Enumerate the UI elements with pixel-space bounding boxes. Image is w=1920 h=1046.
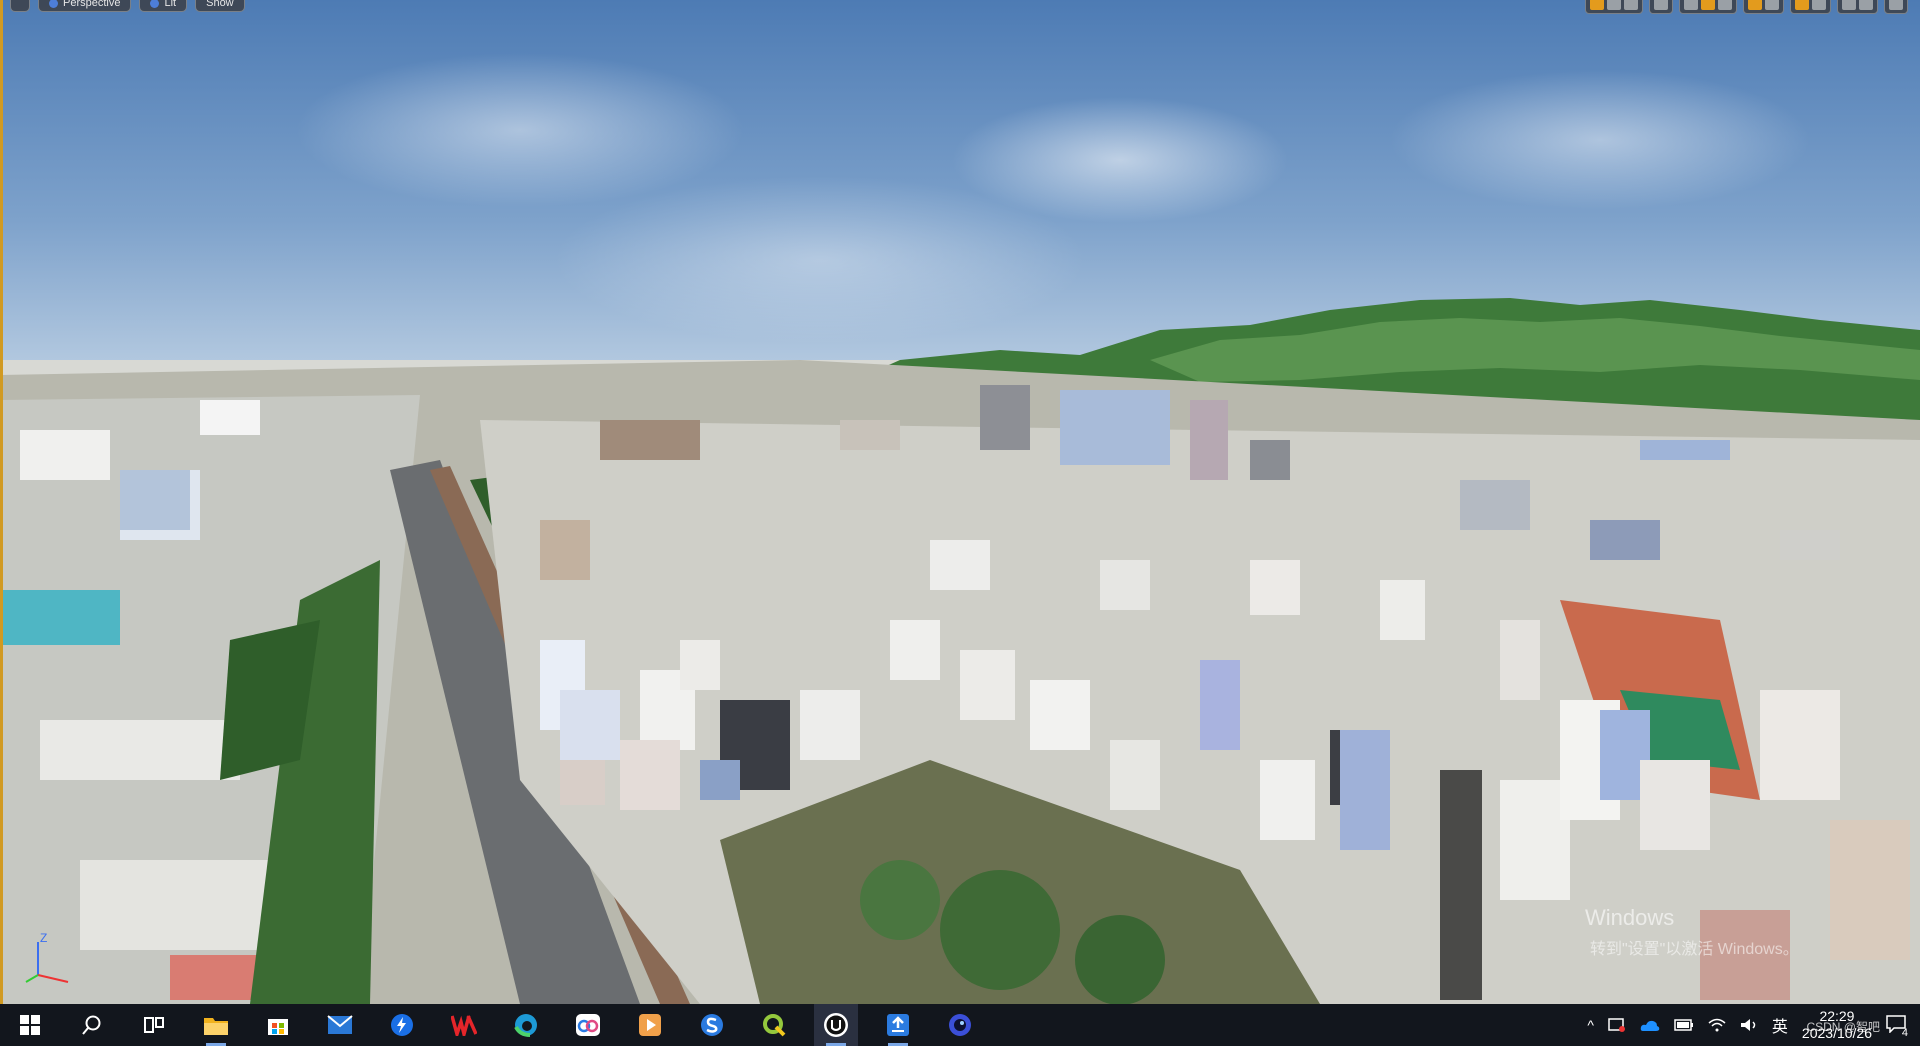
search-icon — [82, 1015, 101, 1035]
scale-size-dropdown-icon[interactable] — [1812, 0, 1826, 10]
microsoft-store-button[interactable] — [256, 1004, 300, 1046]
rotation-snap-tools — [1743, 0, 1784, 14]
windows-activation-hint: 转到"设置"以激活 Windows。 — [1590, 941, 1799, 958]
wps-icon — [451, 1015, 477, 1036]
camera-speed-icon[interactable] — [1842, 0, 1856, 10]
task-view-button[interactable] — [132, 1004, 176, 1046]
scale-snap-tools — [1790, 0, 1831, 14]
upload-icon — [887, 1014, 909, 1036]
viewport-toolbar-right — [1585, 0, 1908, 14]
show-button[interactable]: Show — [195, 0, 245, 12]
windows-activation-title: Windows — [1585, 905, 1675, 930]
surface-snap-icon[interactable] — [1684, 0, 1698, 10]
unreal-viewport[interactable]: Perspective Lit Show Z Windows 转到"设置"以激活… — [0, 0, 1920, 1004]
start-button[interactable] — [8, 1004, 52, 1046]
folder-icon — [204, 1018, 228, 1035]
grid-snap-icon[interactable] — [1701, 0, 1715, 10]
media-player-button[interactable] — [628, 1004, 672, 1046]
camera-app-button[interactable] — [938, 1004, 982, 1046]
store-icon — [268, 1019, 288, 1035]
maximize-viewport-icon[interactable] — [1889, 0, 1903, 10]
edge-button[interactable] — [504, 1004, 548, 1046]
world-space-icon[interactable] — [1654, 0, 1668, 10]
lens-icon — [949, 1014, 971, 1036]
transform-tools — [1585, 0, 1643, 14]
rotation-snap-icon[interactable] — [1748, 0, 1762, 10]
notification-center-button[interactable]: 4 — [1886, 1015, 1908, 1039]
qgis-button[interactable] — [752, 1004, 796, 1046]
viewport-menu-button[interactable] — [10, 0, 30, 12]
camera-speed-dropdown-icon[interactable] — [1859, 0, 1873, 10]
volume-icon[interactable] — [1740, 1018, 1758, 1032]
notification-count: 4 — [1901, 1027, 1908, 1039]
wps-button[interactable] — [442, 1004, 486, 1046]
baidu-netdisk-button[interactable] — [566, 1004, 610, 1046]
sogou-button[interactable] — [690, 1004, 734, 1046]
task-view-icon — [144, 1017, 164, 1033]
s-icon — [701, 1014, 723, 1036]
mail-button[interactable] — [318, 1004, 362, 1046]
grid-size-dropdown-icon[interactable] — [1718, 0, 1732, 10]
feishu-button[interactable] — [380, 1004, 424, 1046]
coordinate-tools — [1649, 0, 1673, 14]
unreal-icon — [824, 1013, 848, 1037]
ime-indicator[interactable]: 英 — [1772, 1013, 1788, 1037]
viewport-focus-border — [0, 0, 3, 1004]
lit-icon — [150, 0, 160, 8]
rotation-size-dropdown-icon[interactable] — [1765, 0, 1779, 10]
feishu-icon — [391, 1014, 413, 1036]
csdn-watermark: CSDN @智吧 — [1806, 1020, 1880, 1034]
file-explorer-button[interactable] — [194, 1004, 238, 1046]
battery-icon[interactable] — [1674, 1019, 1694, 1031]
mail-icon — [327, 1015, 353, 1034]
search-button[interactable] — [70, 1004, 114, 1046]
lit-label: Lit — [164, 0, 177, 9]
security-icon[interactable] — [1608, 1017, 1626, 1033]
show-label: Show — [206, 0, 234, 9]
rotate-tool-icon[interactable] — [1624, 0, 1638, 10]
axis-z-label: Z — [40, 931, 47, 945]
axis-gizmo: Z — [25, 931, 69, 983]
maximize-tools — [1884, 0, 1908, 14]
windows-logo-icon — [20, 1015, 40, 1035]
select-tool-icon[interactable] — [1590, 0, 1604, 10]
windows-taskbar: ^ 英 22:29 2023/10/26 4 — [0, 1004, 1920, 1046]
snap-tools — [1679, 0, 1737, 14]
wifi-icon[interactable] — [1708, 1018, 1726, 1032]
move-tool-icon[interactable] — [1607, 0, 1621, 10]
onedrive-icon[interactable] — [1640, 1018, 1660, 1032]
city-3d-scene — [0, 298, 1920, 1004]
play-icon — [639, 1014, 661, 1036]
qgis-icon — [763, 1014, 786, 1037]
lit-button[interactable]: Lit — [139, 0, 188, 12]
cesium-ion-button[interactable] — [876, 1004, 920, 1046]
camera-speed-tools — [1837, 0, 1878, 14]
scale-snap-icon[interactable] — [1795, 0, 1809, 10]
chevron-up-icon[interactable]: ^ — [1587, 1017, 1594, 1033]
perspective-icon — [49, 0, 58, 8]
edge-icon — [514, 1014, 537, 1037]
cloud-icon — [576, 1014, 600, 1036]
perspective-button[interactable]: Perspective — [38, 0, 132, 12]
viewport-toolbar-left: Perspective Lit Show — [10, 0, 245, 12]
perspective-label: Perspective — [63, 0, 121, 9]
unreal-engine-button[interactable] — [814, 1004, 858, 1046]
